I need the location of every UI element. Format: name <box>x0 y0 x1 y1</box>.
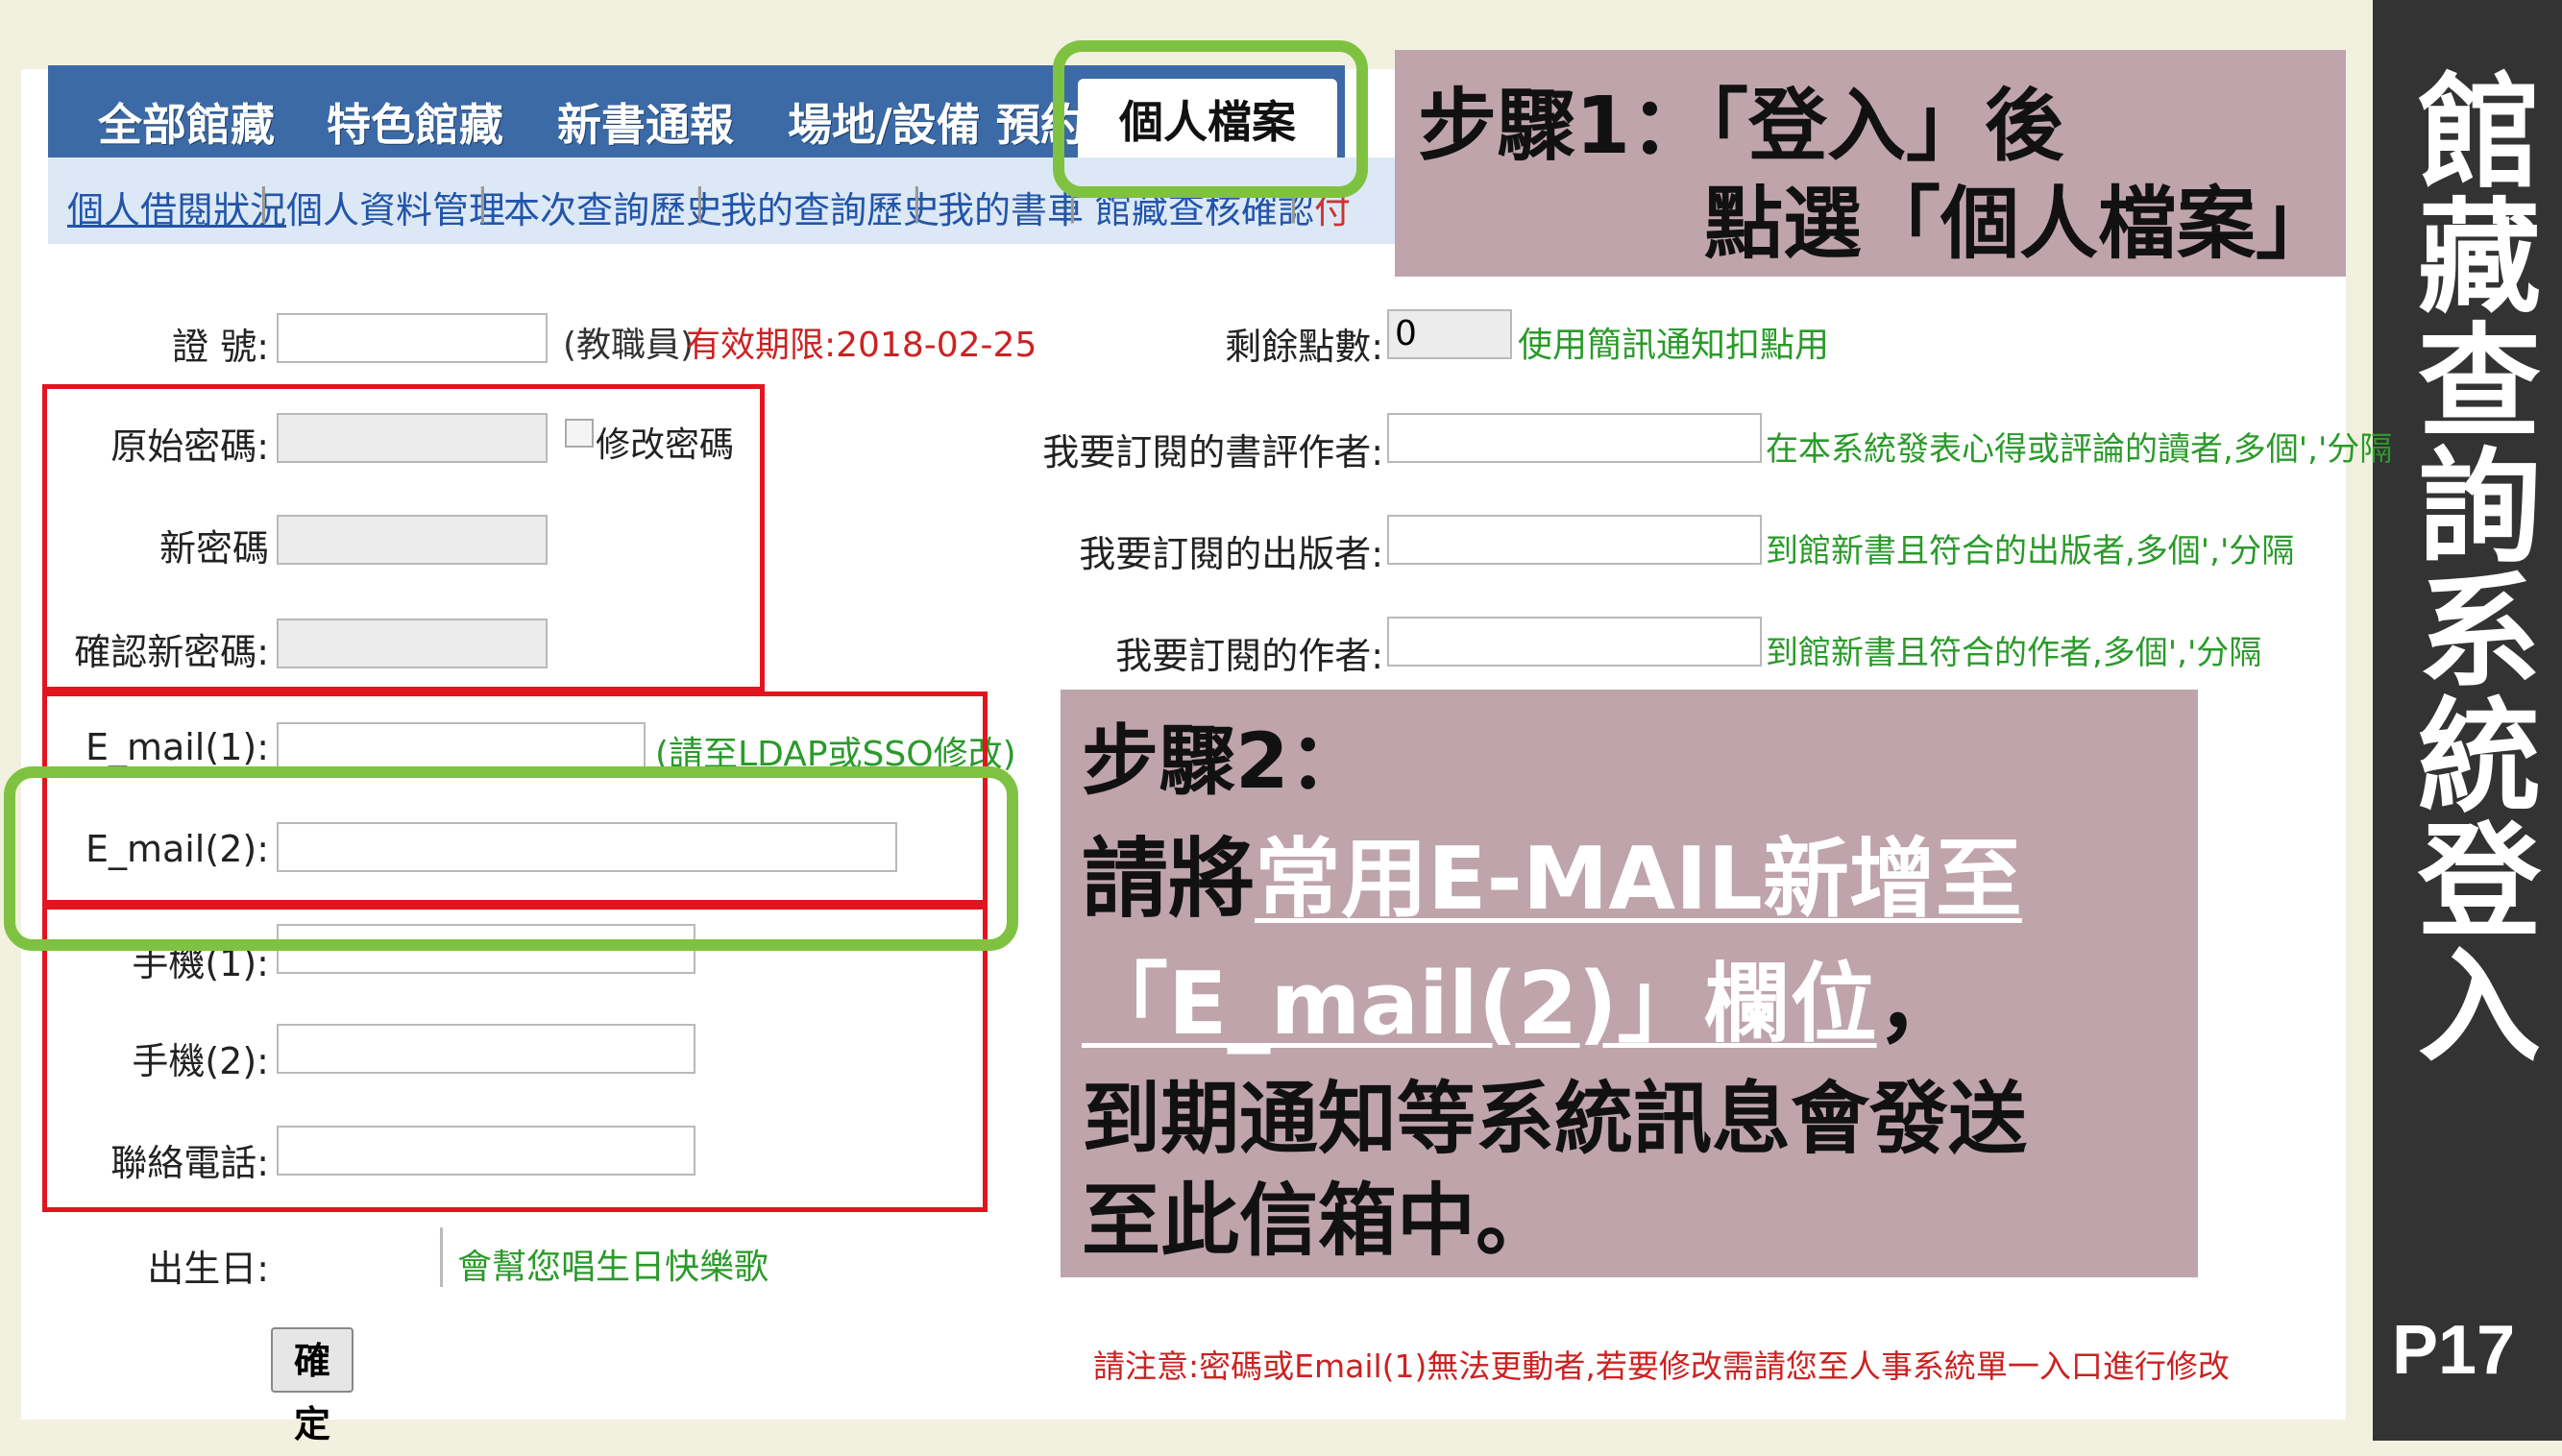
confirm-button[interactable]: 確 定 <box>271 1327 354 1445</box>
sub-reviewer-label: 我要訂閱的書評作者: <box>1042 431 1383 473</box>
subnav-query-history[interactable]: 我的查詢歷史 <box>720 181 939 233</box>
id-field[interactable] <box>277 313 548 363</box>
subnav-separator: | <box>476 181 489 223</box>
birthday-note: 會幫您唱生日快樂歌 <box>457 1248 769 1287</box>
subnav-separator: | <box>694 181 706 223</box>
subnav-separator: | <box>257 181 270 223</box>
points-note: 使用簡訊通知扣點用 <box>1518 326 1830 365</box>
birthday-label: 出生日: <box>147 1248 269 1290</box>
callout-step2-highlight2: 「E_mail(2)」欄位 <box>1082 954 1877 1055</box>
footer-note: 請注意:密碼或Email(1)無法更動者,若要修改需請您至人事系統單一入口進行修… <box>1093 1347 2230 1385</box>
callout-step2-line5: 至此信箱中。 <box>1082 1176 1555 1267</box>
sub-reviewer-note: 在本系統發表心得或評論的讀者,多個','分隔 <box>1766 430 2393 469</box>
birthday-divider <box>440 1227 443 1287</box>
id-role-note: (教職員) <box>563 326 695 365</box>
sub-author-note: 到館新書且符合的作者,多個','分隔 <box>1766 634 2262 672</box>
subnav-session-history[interactable]: 本次查詢歷史 <box>503 181 722 233</box>
sub-author-label: 我要訂閱的作者: <box>1115 635 1383 677</box>
green-highlight-email2 <box>4 766 1018 951</box>
red-highlight-password <box>42 384 765 692</box>
subnav-personal-info[interactable]: 個人資料管理 <box>286 181 505 233</box>
sub-author-field[interactable] <box>1387 617 1762 667</box>
callout-step2-suffix: ， <box>1876 954 1964 1055</box>
green-highlight-profile-tab <box>1053 40 1368 198</box>
red-highlight-phone <box>42 905 988 1212</box>
slide-side-title: 館藏查詢系統登入 <box>2396 67 2540 1066</box>
callout-step1: 步驟1：「登入」後 點選「個人檔案」 <box>1395 50 2346 277</box>
callout-step2: 步驟2： 請將常用E-MAIL新增至 「E_mail(2)」欄位， 到期通知等系… <box>1061 690 2198 1277</box>
callout-step1-line2: 點選「個人檔案」 <box>1703 179 2334 270</box>
id-expiry-note: 有效期限:2018-02-25 <box>686 326 1037 365</box>
page-number: P17 <box>2392 1312 2516 1389</box>
sub-publisher-field[interactable] <box>1387 515 1762 565</box>
callout-step2-prefix: 請將 <box>1082 829 1255 930</box>
callout-step2-line1: 步驟2： <box>1082 716 1366 806</box>
tab-venue-booking[interactable]: 場地/設備 預約 <box>788 98 1085 152</box>
points-field: 0 <box>1387 309 1512 359</box>
callout-step2-line2: 請將常用E-MAIL新增至 <box>1082 809 2022 934</box>
sub-publisher-note: 到館新書且符合的出版者,多個','分隔 <box>1766 532 2295 570</box>
tab-all-collections[interactable]: 全部館藏 <box>98 98 275 152</box>
tab-new-books[interactable]: 新書通報 <box>557 98 734 152</box>
tab-special-collections[interactable]: 特色館藏 <box>327 98 503 152</box>
points-label: 剩餘點數: <box>1225 326 1383 368</box>
sub-reviewer-field[interactable] <box>1387 413 1762 463</box>
callout-step2-line3: 「E_mail(2)」欄位， <box>1082 934 1964 1058</box>
id-label: 證 號: <box>172 326 269 368</box>
subnav-separator: | <box>911 181 923 223</box>
sub-publisher-label: 我要訂閱的出版者: <box>1079 533 1383 575</box>
callout-step2-highlight1: 常用E-MAIL新增至 <box>1255 829 2022 930</box>
callout-step2-line4: 到期通知等系統訊息會發送 <box>1082 1074 2028 1165</box>
subnav-borrow-status[interactable]: 個人借閱狀況 <box>67 181 286 233</box>
